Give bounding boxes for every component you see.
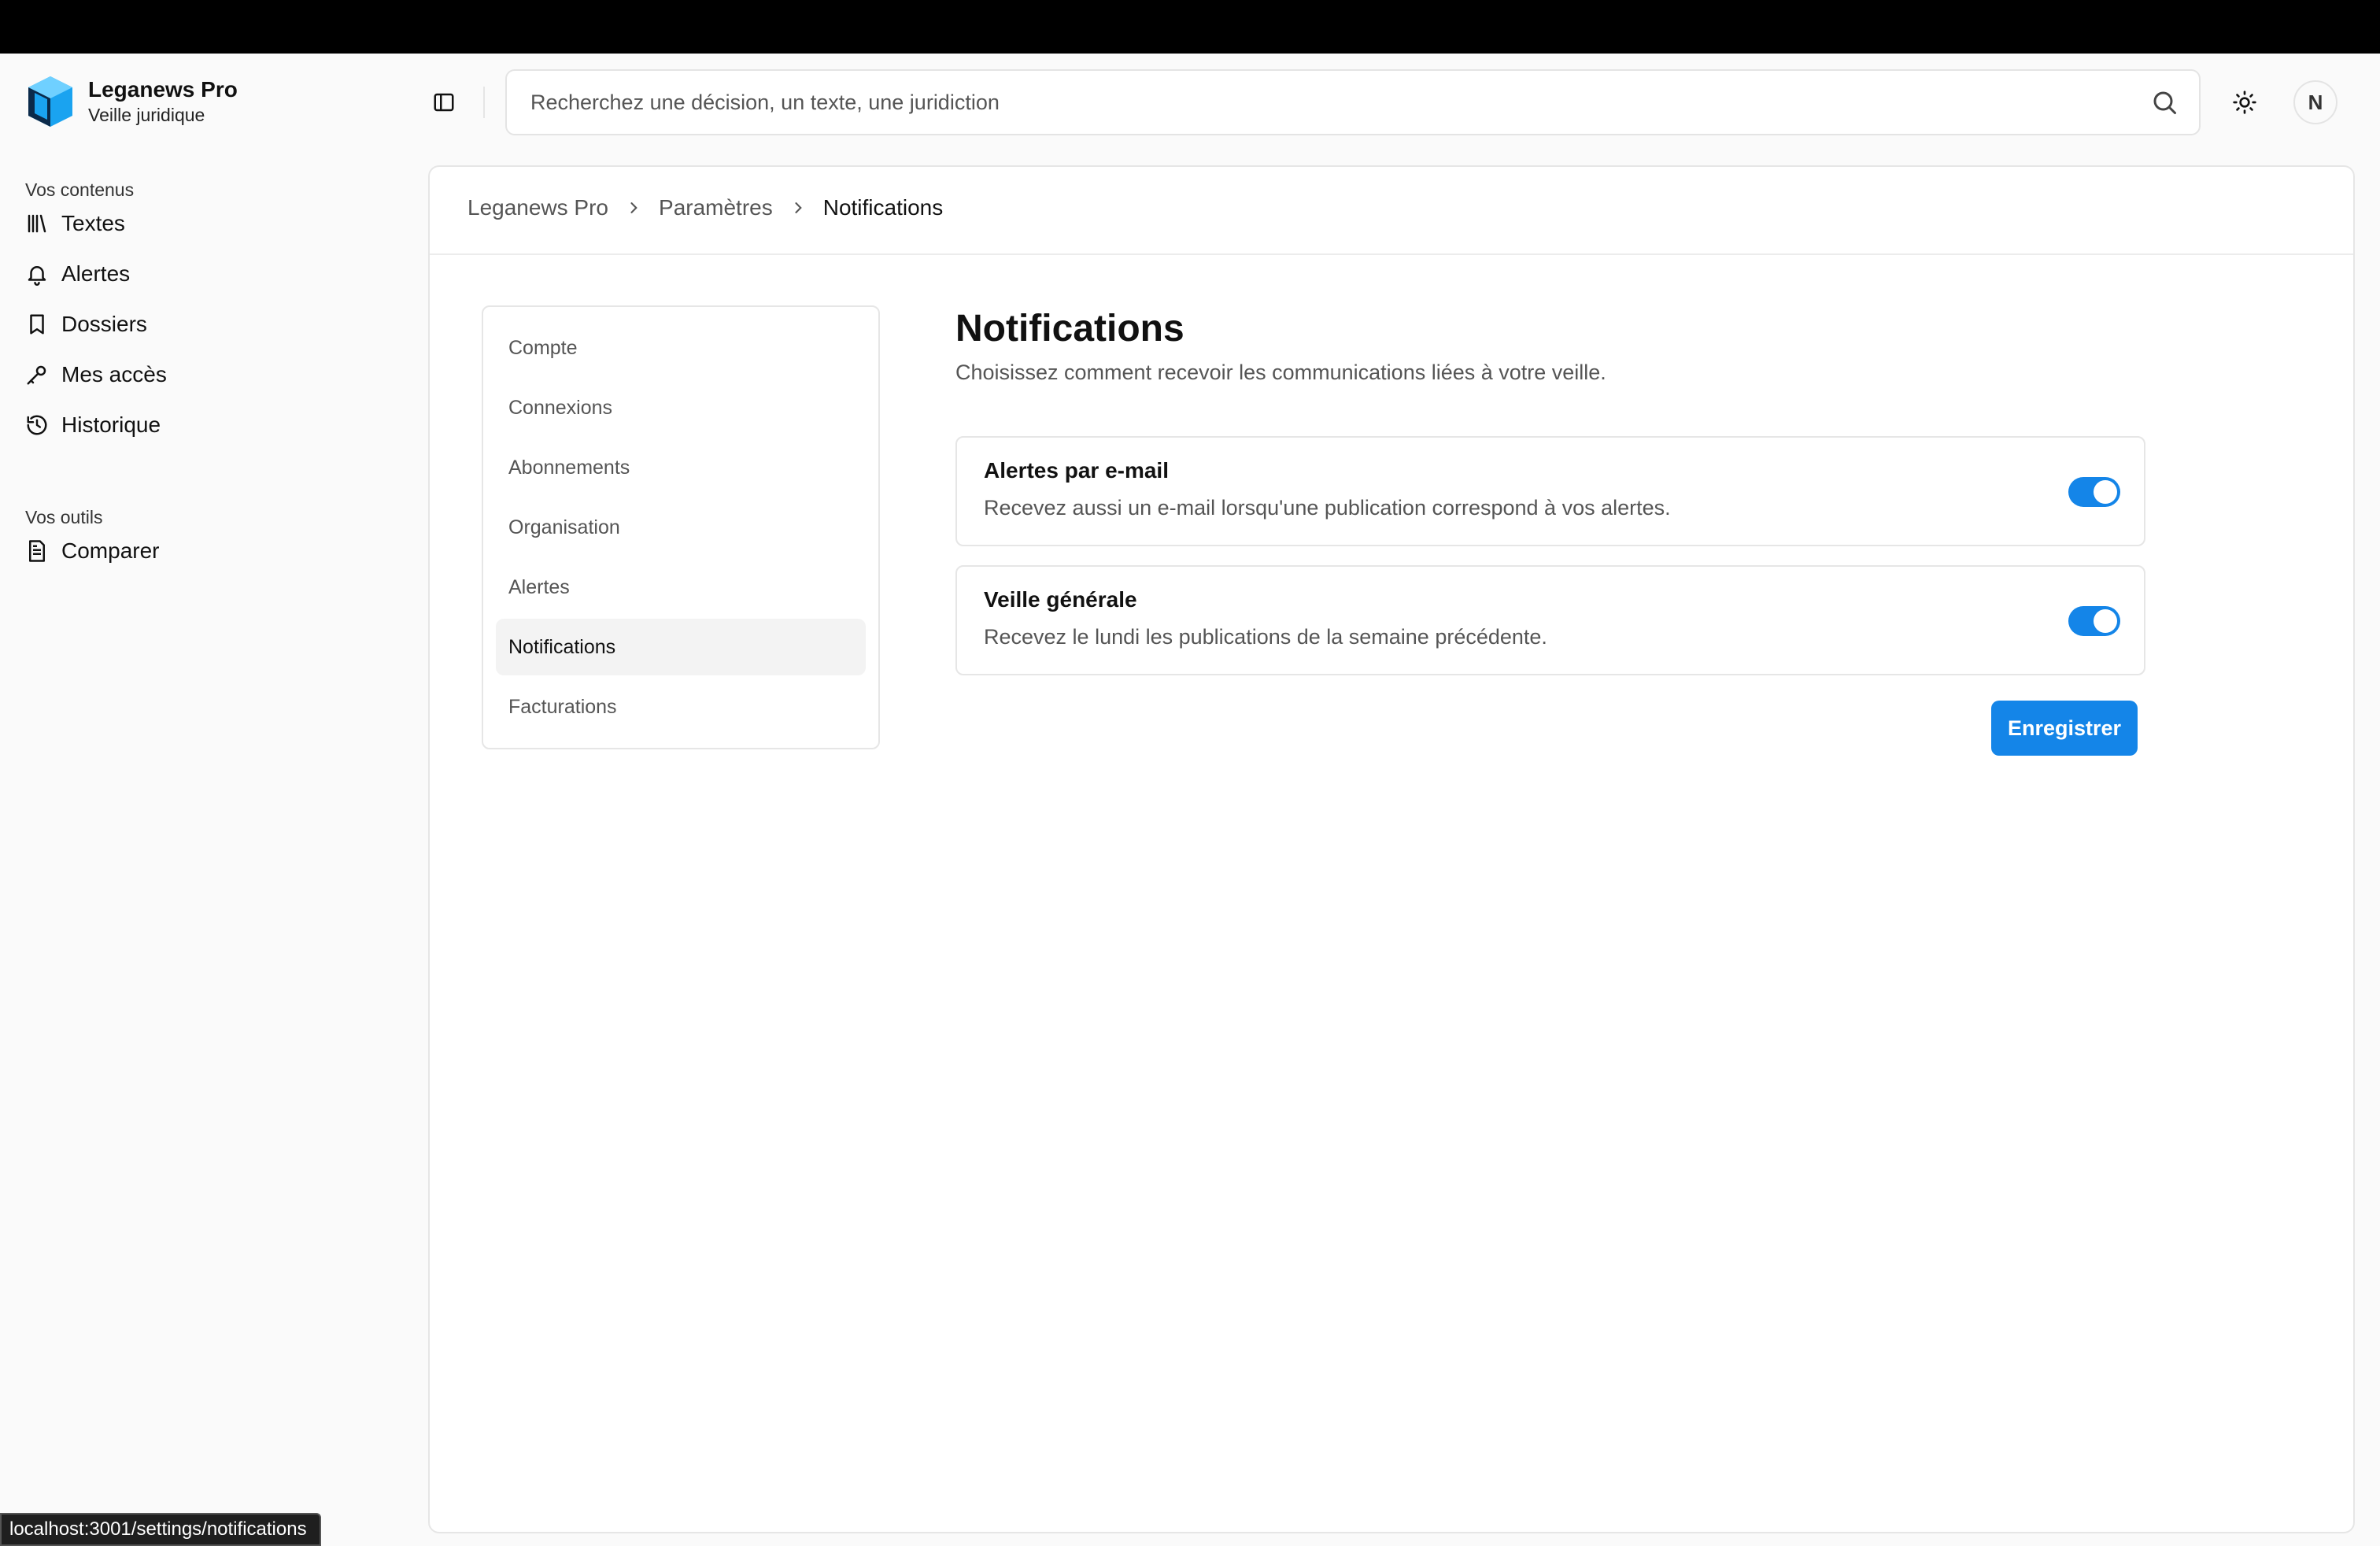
email-alerts-toggle[interactable] xyxy=(2068,477,2120,507)
settings-nav-compte[interactable]: Compte xyxy=(496,320,866,376)
brand[interactable]: Leganews Pro Veille juridique xyxy=(25,74,238,129)
document-icon xyxy=(29,540,45,562)
sidebar-item-dossiers[interactable]: Dossiers xyxy=(25,304,147,345)
brand-title: Leganews Pro xyxy=(88,77,238,102)
chevron-right-icon xyxy=(795,202,802,213)
search-icon[interactable] xyxy=(2150,88,2179,117)
sidebar-item-historique[interactable]: Historique xyxy=(25,405,161,446)
history-icon xyxy=(27,415,47,435)
key-icon xyxy=(27,365,46,385)
sidebar-item-label: Textes xyxy=(61,211,125,235)
notifications-content: Notifications Choisissez comment recevoi… xyxy=(955,305,2147,756)
bell-icon xyxy=(28,266,46,286)
sidebar-item-alertes[interactable]: Alertes xyxy=(25,253,130,294)
sidebar-item-label: Comparer xyxy=(61,538,160,563)
settings-nav-abonnements[interactable]: Abonnements xyxy=(496,439,866,496)
header-divider xyxy=(483,87,485,118)
page-description: Choisissez comment recevoir les communic… xyxy=(955,361,1606,384)
window-top-bar xyxy=(0,0,2380,54)
search-bar[interactable] xyxy=(505,69,2201,135)
breadcrumb: Leganews Pro Paramètres Notifications xyxy=(468,195,943,220)
section-label-contents: Vos contenus xyxy=(25,179,135,200)
bookmark-icon xyxy=(30,314,44,335)
avatar[interactable]: N xyxy=(2293,80,2338,124)
general-watch-toggle[interactable] xyxy=(2068,606,2120,636)
header-divider-line xyxy=(430,253,2353,255)
sidebar-item-label: Mes accès xyxy=(61,362,167,386)
sidebar-item-label: Alertes xyxy=(61,261,131,286)
sidebar-item-label: Dossiers xyxy=(61,312,147,336)
settings-nav-notifications[interactable]: Notifications xyxy=(496,619,866,675)
settings-nav-facturations[interactable]: Facturations xyxy=(496,679,866,735)
breadcrumb-item-settings[interactable]: Paramètres xyxy=(659,195,773,220)
page-title: Notifications xyxy=(955,308,1184,350)
option-title: Veille générale xyxy=(984,587,1137,612)
settings-nav: Compte Connexions Abonnements Organisati… xyxy=(482,305,880,749)
theme-toggle-button[interactable] xyxy=(2227,85,2262,120)
option-card-general-watch: Veille générale Recevez le lundi les pub… xyxy=(955,565,2145,675)
settings-nav-organisation[interactable]: Organisation xyxy=(496,499,866,556)
panel-left-icon xyxy=(434,93,454,112)
sun-icon xyxy=(2233,91,2256,114)
option-card-email-alerts: Alertes par e-mail Recevez aussi un e-ma… xyxy=(955,436,2145,546)
settings-nav-alertes[interactable]: Alertes xyxy=(496,559,866,616)
settings-nav-connexions[interactable]: Connexions xyxy=(496,379,866,436)
chevron-right-icon xyxy=(630,202,638,213)
main-panel: Leganews Pro Paramètres Notifications Co… xyxy=(428,165,2355,1533)
sidebar-item-mes-acces[interactable]: Mes accès xyxy=(25,354,167,395)
toggle-knob xyxy=(2094,480,2117,504)
breadcrumb-item-current: Notifications xyxy=(822,195,944,220)
status-url: localhost:3001/settings/notifications xyxy=(0,1513,321,1546)
option-description: Recevez aussi un e-mail lorsqu'une publi… xyxy=(984,496,1671,520)
save-button[interactable]: Enregistrer xyxy=(1991,701,2138,756)
sidebar-item-label: Historique xyxy=(61,412,161,437)
breadcrumb-item-home[interactable]: Leganews Pro xyxy=(468,195,608,220)
toggle-knob xyxy=(2094,609,2117,633)
sidebar-item-comparer[interactable]: Comparer xyxy=(25,531,159,571)
logo-icon xyxy=(28,76,72,127)
section-label-tools: Vos outils xyxy=(25,507,103,527)
search-input[interactable] xyxy=(530,71,2128,134)
option-title: Alertes par e-mail xyxy=(984,458,1169,483)
sidebar: Leganews Pro Veille juridique Vos conten… xyxy=(0,54,425,1546)
sidebar-item-textes[interactable]: Textes xyxy=(25,203,125,244)
brand-subtitle: Veille juridique xyxy=(88,105,205,125)
option-description: Recevez le lundi les publications de la … xyxy=(984,625,1547,649)
sidebar-toggle-button[interactable] xyxy=(430,88,458,117)
library-icon xyxy=(28,214,46,233)
